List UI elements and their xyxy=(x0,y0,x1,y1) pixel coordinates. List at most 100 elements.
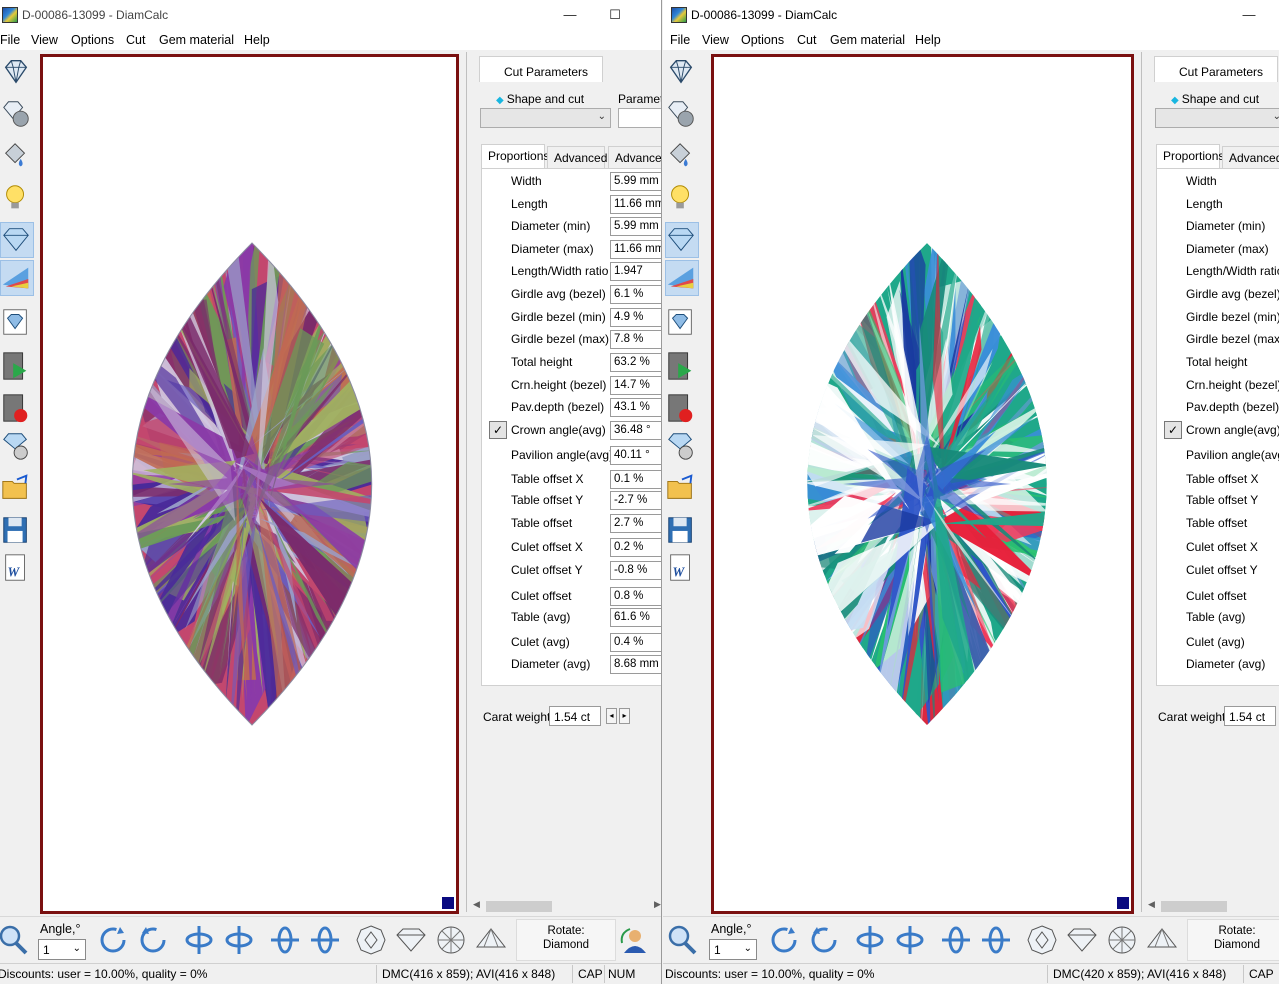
param-value-field[interactable]: 4.9 % xyxy=(610,308,661,327)
rotate-ccw-icon[interactable] xyxy=(136,923,170,957)
flip-vertical-back-icon[interactable] xyxy=(222,923,256,957)
spectrum-icon[interactable] xyxy=(665,262,697,294)
param-value-field[interactable]: 43.1 % xyxy=(610,398,661,417)
param-value-field[interactable]: 40.11 ° xyxy=(610,446,661,465)
carat-weight-field[interactable]: 1.54 ct xyxy=(1224,706,1276,726)
carat-decrease-button[interactable]: ◂ xyxy=(606,708,617,724)
video-play-icon[interactable] xyxy=(0,350,32,382)
tab-proportions[interactable]: Proportions xyxy=(1156,144,1224,168)
param-value-field[interactable]: 5.99 mm xyxy=(610,172,661,191)
rotate-cw-icon[interactable] xyxy=(767,923,801,957)
carat-increase-button[interactable]: ▸ xyxy=(619,708,630,724)
tab-advanced[interactable]: Advanced xyxy=(1222,146,1279,168)
param-value-field[interactable]: 0.1 % xyxy=(610,470,661,489)
save-disk-icon[interactable] xyxy=(665,514,697,546)
tab-advanced-2[interactable]: Advanced xyxy=(608,146,661,168)
tab-proportions[interactable]: Proportions xyxy=(481,144,549,168)
menu-options[interactable]: Options xyxy=(71,33,114,47)
gem-viewport[interactable] xyxy=(711,54,1134,914)
carat-weight-field[interactable]: 1.54 ct xyxy=(549,706,601,726)
menu-file[interactable]: File xyxy=(0,33,20,47)
side-view-icon[interactable] xyxy=(1065,923,1099,957)
lock-icon[interactable]: ✓ xyxy=(489,421,507,439)
save-disk-icon[interactable] xyxy=(0,514,32,546)
diamond-cut-icon[interactable] xyxy=(665,56,697,88)
video-record-icon[interactable] xyxy=(0,392,32,424)
menu-options[interactable]: Options xyxy=(741,33,784,47)
gem-viewport[interactable] xyxy=(40,54,459,914)
bottom-view-icon[interactable] xyxy=(434,923,468,957)
menu-help[interactable]: Help xyxy=(915,33,941,47)
tilt-left-icon[interactable] xyxy=(268,923,302,957)
flip-vertical-back-icon[interactable] xyxy=(893,923,927,957)
scroll-left-icon[interactable]: ◀ xyxy=(1148,899,1155,910)
tab-cut-parameters[interactable]: Cut Parameters xyxy=(1154,56,1278,82)
panel-horizontal-scrollbar[interactable]: ◀ ▶ xyxy=(469,898,661,914)
open-folder-icon[interactable] xyxy=(665,472,697,504)
pavilion-view-icon[interactable] xyxy=(1145,923,1179,957)
zoom-icon[interactable] xyxy=(0,923,30,957)
menu-gem-material[interactable]: Gem material xyxy=(830,33,905,47)
maximize-button[interactable]: ☐ xyxy=(601,4,629,26)
minimize-button[interactable]: — xyxy=(1235,4,1263,26)
param-value-field[interactable]: 11.66 mm xyxy=(610,240,661,259)
param-value-field[interactable]: 5.99 mm xyxy=(610,217,661,236)
param-value-field[interactable]: 11.66 mm xyxy=(610,195,661,214)
param-value-field[interactable]: 61.6 % xyxy=(610,608,661,627)
diamond-render-icon[interactable] xyxy=(665,224,697,256)
scroll-right-icon[interactable]: ▶ xyxy=(654,899,661,910)
panel-horizontal-scrollbar[interactable]: ◀ xyxy=(1144,898,1279,914)
bottom-view-icon[interactable] xyxy=(1105,923,1139,957)
param-value-field[interactable]: 0.8 % xyxy=(610,587,661,606)
param-value-field[interactable]: 8.68 mm xyxy=(610,655,661,674)
rotate-cw-icon[interactable] xyxy=(96,923,130,957)
diamond-render-icon[interactable] xyxy=(0,224,32,256)
param-value-field[interactable]: 14.7 % xyxy=(610,376,661,395)
param-value-field[interactable]: 0.4 % xyxy=(610,633,661,652)
tilt-back-icon[interactable] xyxy=(308,923,342,957)
angle-select[interactable]: 1 ⌄ xyxy=(38,939,86,960)
rotate-ccw-icon[interactable] xyxy=(807,923,841,957)
spectrum-icon[interactable] xyxy=(0,262,32,294)
paint-bucket-icon[interactable] xyxy=(0,140,32,172)
pavilion-view-icon[interactable] xyxy=(474,923,508,957)
video-record-icon[interactable] xyxy=(665,392,697,424)
tilt-left-icon[interactable] xyxy=(939,923,973,957)
menu-view[interactable]: View xyxy=(31,33,58,47)
menu-view[interactable]: View xyxy=(702,33,729,47)
menu-gem-material[interactable]: Gem material xyxy=(159,33,234,47)
angle-select[interactable]: 1 ⌄ xyxy=(709,939,757,960)
param-value-field[interactable]: 36.48 ° xyxy=(610,421,661,440)
rotate-mode-box[interactable]: Rotate: Diamond xyxy=(1187,919,1279,961)
scroll-left-icon[interactable]: ◀ xyxy=(473,899,480,910)
side-view-icon[interactable] xyxy=(394,923,428,957)
param-value-field[interactable]: 6.1 % xyxy=(610,285,661,304)
scrollbar-thumb[interactable] xyxy=(1161,901,1227,912)
diamond-card-icon[interactable] xyxy=(665,306,697,338)
gem-wheel-icon[interactable] xyxy=(665,430,697,462)
shape-and-cut-dropdown[interactable]: ⌄ xyxy=(480,108,611,128)
flip-vertical-icon[interactable] xyxy=(853,923,887,957)
menu-cut[interactable]: Cut xyxy=(797,33,816,47)
light-bulb-icon[interactable] xyxy=(0,182,32,214)
tilt-back-icon[interactable] xyxy=(979,923,1013,957)
rotate-mode-box[interactable]: Rotate: Diamond xyxy=(516,919,616,961)
top-view-icon[interactable] xyxy=(354,923,388,957)
tab-advanced-1[interactable]: Advanced xyxy=(547,146,607,168)
word-export-icon[interactable]: W xyxy=(0,552,32,584)
param-value-field[interactable]: 63.2 % xyxy=(610,353,661,372)
zoom-icon[interactable] xyxy=(665,923,699,957)
menu-help[interactable]: Help xyxy=(244,33,270,47)
diamond-card-icon[interactable] xyxy=(0,306,32,338)
flip-vertical-icon[interactable] xyxy=(182,923,216,957)
light-bulb-icon[interactable] xyxy=(665,182,697,214)
param-value-field[interactable]: 7.8 % xyxy=(610,330,661,349)
diamond-cut-icon[interactable] xyxy=(0,56,32,88)
word-export-icon[interactable]: W xyxy=(665,552,697,584)
param-value-field[interactable]: 1.947 xyxy=(610,262,661,281)
param-value-field[interactable]: 2.7 % xyxy=(610,514,661,533)
open-folder-icon[interactable] xyxy=(0,472,32,504)
minimize-button[interactable]: — xyxy=(556,4,584,26)
parameters-input[interactable] xyxy=(618,108,661,128)
param-value-field[interactable]: -0.8 % xyxy=(610,561,661,580)
